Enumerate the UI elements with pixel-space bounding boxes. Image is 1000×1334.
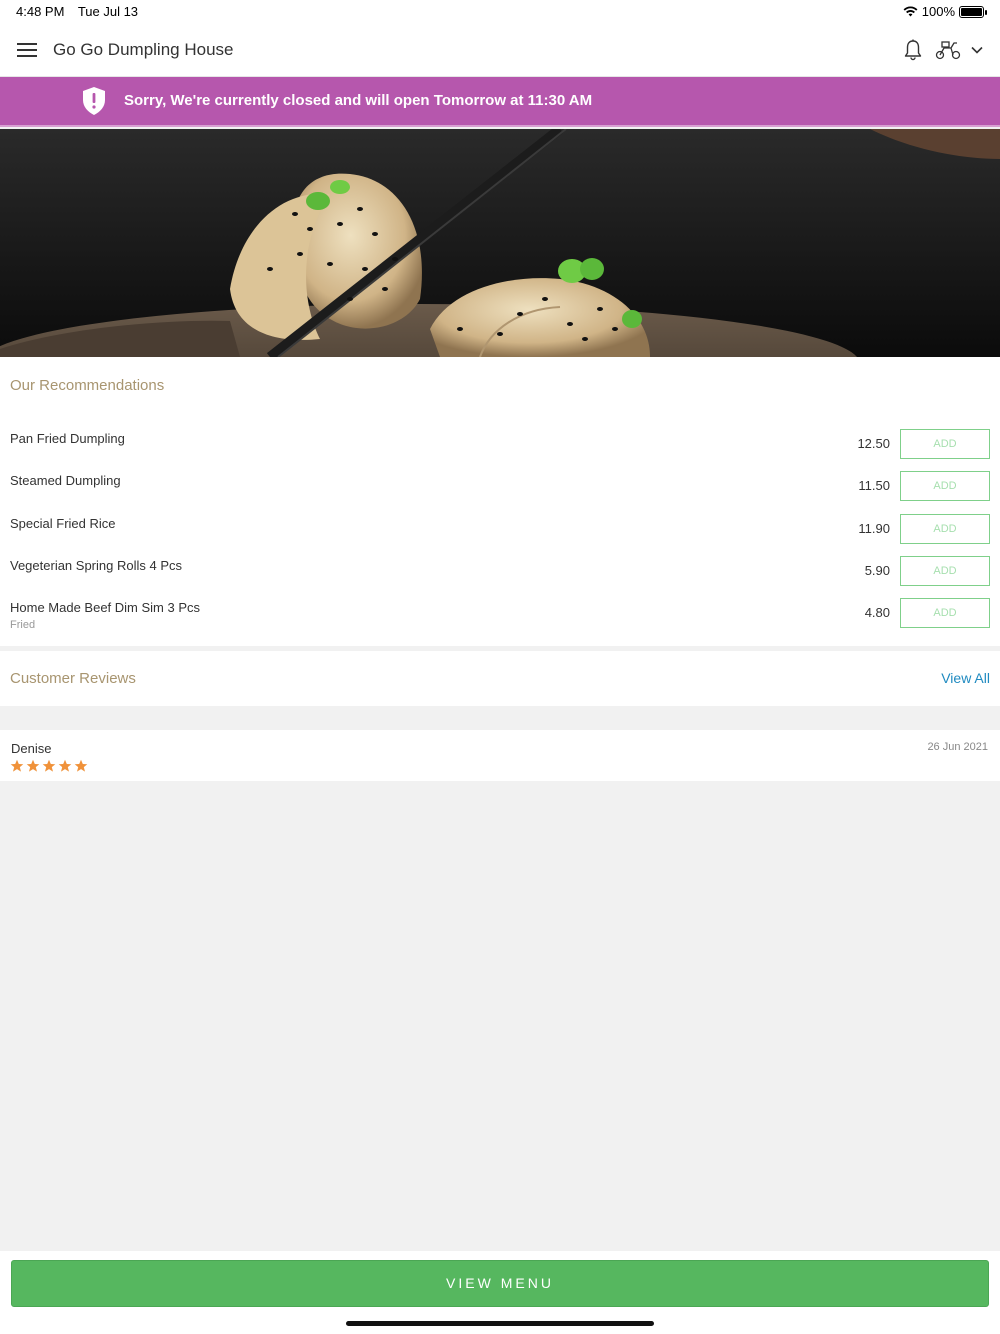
add-button[interactable]: ADD <box>900 556 990 586</box>
review-card: Denise 26 Jun 2021 <box>0 730 1000 781</box>
star-icon <box>26 759 40 772</box>
page-title: Go Go Dumpling House <box>53 40 234 59</box>
item-note: Fried <box>10 619 36 631</box>
add-button[interactable]: ADD <box>900 514 990 544</box>
star-icon <box>74 759 88 772</box>
item-price: 11.90 <box>858 521 890 536</box>
nav-bar: Go Go Dumpling House <box>0 24 1000 77</box>
recommendations-section: Our Recommendations Pan Fried Dumpling 1… <box>0 357 1000 646</box>
wifi-icon <box>903 6 918 17</box>
battery-icon <box>959 5 987 18</box>
star-icon <box>10 759 24 772</box>
view-all-link[interactable]: View All <box>941 670 990 686</box>
view-menu-button[interactable]: VIEW MENU <box>11 1260 989 1307</box>
bottom-bar: VIEW MENU <box>0 1251 1000 1334</box>
status-left: 4:48 PM Tue Jul 13 <box>16 4 148 19</box>
status-date: Tue Jul 13 <box>77 4 139 19</box>
reviews-header: Customer Reviews View All <box>0 651 1000 706</box>
item-price: 11.50 <box>858 478 890 493</box>
item-name: Home Made Beef Dim Sim 3 Pcs <box>10 600 201 615</box>
star-rating <box>10 759 88 773</box>
dumpling-photo <box>0 129 1000 357</box>
home-indicator <box>346 1321 654 1326</box>
add-button[interactable]: ADD <box>900 471 990 501</box>
list-item: Pan Fried Dumpling 12.50 ADD <box>0 429 1000 471</box>
hamburger-menu-icon[interactable] <box>17 43 37 57</box>
closed-banner: Sorry, We're currently closed and will o… <box>0 77 1000 127</box>
add-button[interactable]: ADD <box>900 598 990 628</box>
hero-image <box>0 129 1000 357</box>
recommendations-title: Our Recommendations <box>10 377 165 394</box>
item-name: Vegeterian Spring Rolls 4 Pcs <box>10 558 182 573</box>
closed-message: Sorry, We're currently closed and will o… <box>124 92 593 109</box>
list-item: Special Fried Rice 11.90 ADD <box>0 514 1000 556</box>
item-name: Pan Fried Dumpling <box>10 431 125 446</box>
add-button[interactable]: ADD <box>900 429 990 459</box>
chevron-down-icon[interactable] <box>969 42 985 58</box>
status-bar: 4:48 PM Tue Jul 13 100% <box>0 0 1000 24</box>
battery-percent: 100% <box>921 4 955 19</box>
bell-icon[interactable] <box>901 38 925 62</box>
item-price: 4.80 <box>864 605 890 620</box>
star-icon <box>42 759 56 772</box>
list-item: Vegeterian Spring Rolls 4 Pcs 5.90 ADD <box>0 556 1000 598</box>
reviews-title: Customer Reviews <box>10 670 136 687</box>
reviewer-name: Denise <box>11 741 52 756</box>
item-price: 5.90 <box>864 563 890 578</box>
status-right: 100% <box>903 4 987 19</box>
review-date: 26 Jun 2021 <box>927 741 988 753</box>
shield-alert-icon <box>83 87 105 115</box>
list-item: Steamed Dumpling 11.50 ADD <box>0 471 1000 513</box>
star-icon <box>58 759 72 772</box>
status-time: 4:48 PM <box>16 4 65 19</box>
list-item: Home Made Beef Dim Sim 3 Pcs Fried 4.80 … <box>0 598 1000 640</box>
item-price: 12.50 <box>857 436 890 451</box>
delivery-scooter-icon[interactable] <box>935 39 961 61</box>
item-name: Special Fried Rice <box>10 516 116 531</box>
item-name: Steamed Dumpling <box>10 473 121 488</box>
